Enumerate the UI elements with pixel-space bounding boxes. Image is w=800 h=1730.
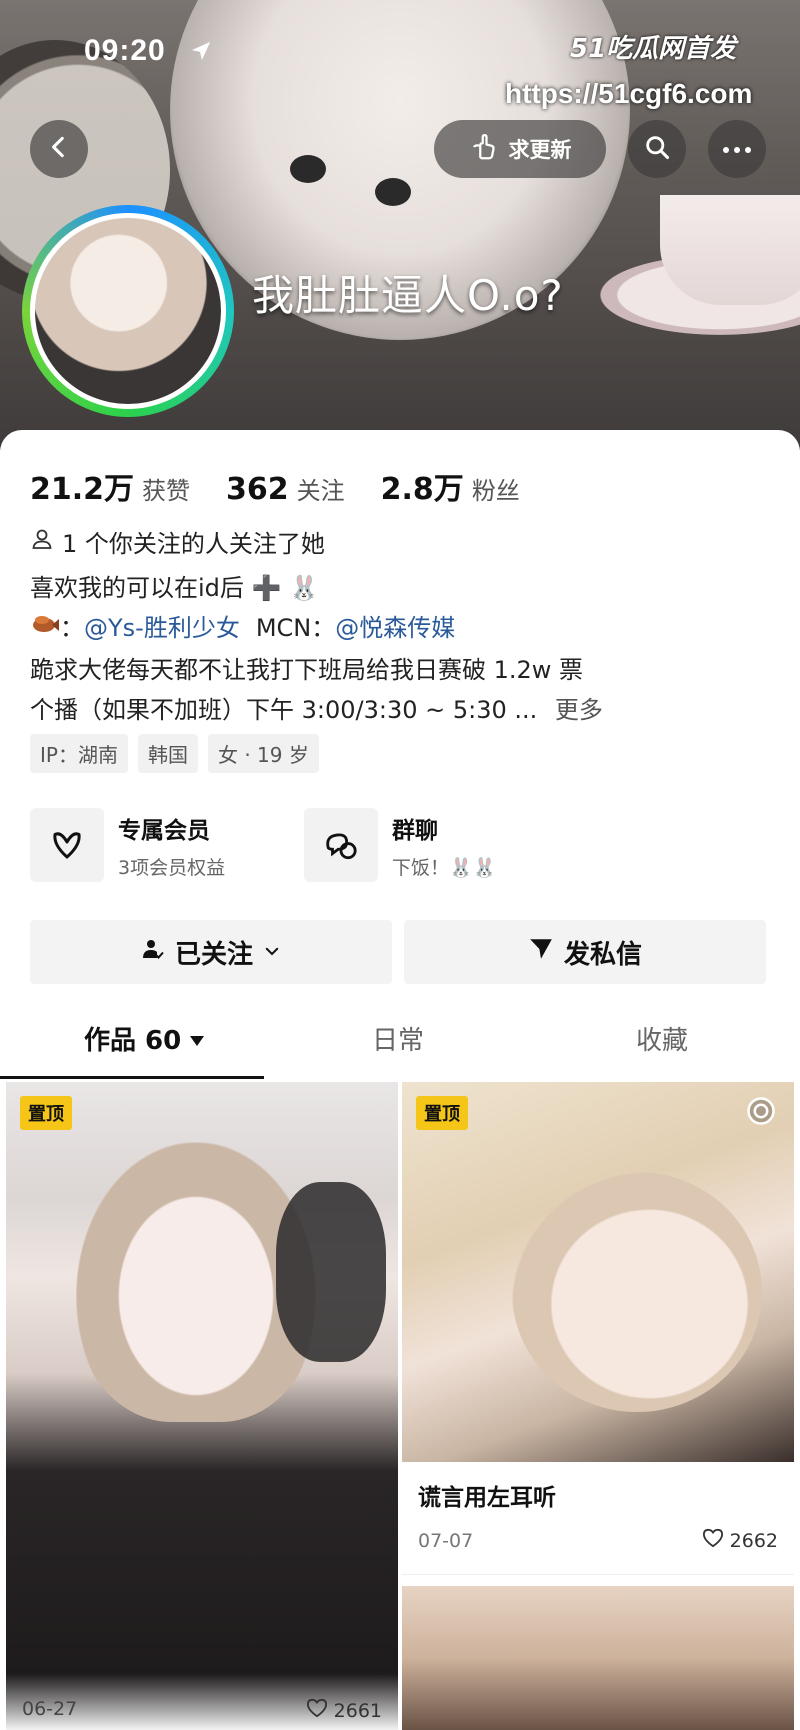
post-card[interactable] — [402, 1586, 794, 1730]
mutual-followers[interactable]: 1 个你关注的人关注了她 — [30, 524, 325, 559]
post-thumbnail — [402, 1586, 794, 1730]
profile-stats: 21.2万 获赞 362 关注 2.8万 粉丝 — [30, 464, 556, 508]
profile-nickname: 我肚肚逼人O.o? — [252, 271, 564, 320]
post-likes-count: 2662 — [729, 1529, 778, 1552]
heart-icon — [702, 1528, 724, 1553]
search-icon — [643, 133, 671, 165]
bio-line-2-prefix: ： — [60, 614, 84, 642]
likes-label: 获赞 — [142, 477, 191, 505]
likes-count: 21.2万 — [30, 472, 135, 507]
bio-link-group[interactable]: @Ys-胜利少女 — [84, 608, 240, 643]
watermark-url: https://51cgf6.com — [505, 78, 753, 109]
chat-bubbles-icon — [304, 808, 378, 882]
request-update-label: 求更新 — [508, 138, 572, 162]
membership-entry[interactable]: 专属会员 3项会员权益 — [30, 808, 225, 882]
watermark-brand: 51吃瓜网首发 — [570, 34, 737, 64]
bio-line-4-text: 个播（如果不加班）下午 3:00/3:30 ~ 5:30 ... — [30, 696, 538, 724]
pointing-hand-icon — [469, 132, 499, 167]
bio-line-3: 跪求大佬每天都不让我打下班局给我日赛破 1.2w 票 — [30, 656, 584, 684]
back-button[interactable] — [30, 120, 88, 178]
kitten-eye — [290, 155, 326, 183]
post-card[interactable]: 置顶 谎言用左耳听 07-07 2662 — [402, 1082, 794, 1575]
heart-icon — [306, 1698, 328, 1723]
following-label[interactable]: 关注 — [297, 471, 345, 506]
post-date: 06-27 — [22, 1698, 78, 1720]
bio-line-4: 个播（如果不加班）下午 3:00/3:30 ~ 5:30 ... 更多 — [30, 690, 603, 725]
mcn-label: MCN： — [255, 614, 336, 642]
live-photo-icon — [746, 1096, 776, 1130]
person-icon — [30, 527, 54, 557]
header-background-cup — [660, 195, 800, 305]
following-count[interactable]: 362 — [226, 472, 289, 507]
location-arrow-icon — [190, 40, 212, 66]
more-button[interactable] — [708, 120, 766, 178]
request-update-button[interactable]: 求更新 — [434, 120, 606, 178]
person-check-icon — [141, 937, 165, 968]
post-likes: 2661 — [306, 1698, 382, 1723]
followers-label[interactable]: 粉丝 — [472, 471, 520, 506]
following-button[interactable]: 已关注 — [30, 920, 392, 984]
pinned-badge: 置顶 — [416, 1096, 468, 1130]
post-thumbnail — [6, 1082, 398, 1730]
caret-down-icon — [189, 1024, 205, 1054]
tag-ip: IP：湖南 — [30, 734, 128, 773]
tab-daily[interactable]: 日常 — [372, 1020, 424, 1057]
profile-header: 09:20 51吃瓜网首发 https://51cgf6.com 求更新 我肚肚… — [0, 0, 800, 450]
mutual-followers-text: 1 个你关注的人关注了她 — [62, 530, 325, 558]
status-time: 09:20 — [84, 34, 166, 67]
tab-works[interactable]: 作品 60 — [84, 1020, 205, 1057]
group-chat-entry[interactable]: 群聊 下饭！🐰🐰 — [304, 808, 496, 882]
active-tab-indicator — [0, 1076, 264, 1079]
group-chat-subtitle: 下饭！🐰🐰 — [392, 856, 497, 879]
bio-line-1: 喜欢我的可以在id后 ➕ 🐰 — [30, 574, 319, 602]
pinned-badge: 置顶 — [20, 1096, 72, 1130]
bio-line-2: ： @Ys-胜利少女 MCN： @悦森传媒 — [30, 608, 455, 643]
following-label: 已关注 — [174, 939, 253, 970]
post-title: 谎言用左耳听 — [418, 1485, 556, 1511]
send-message-button[interactable]: 发私信 — [404, 920, 766, 984]
post-date: 07-07 — [418, 1530, 474, 1552]
avatar[interactable] — [22, 205, 234, 417]
bio-link-mcn[interactable]: @悦森传媒 — [335, 608, 455, 643]
post-card[interactable]: 置顶 06-27 2661 — [6, 1082, 398, 1730]
profile-card: 21.2万 获赞 362 关注 2.8万 粉丝 1 个你关注的人关注了她 喜欢我… — [0, 430, 800, 1730]
post-wing — [276, 1182, 386, 1362]
post-subject — [512, 1172, 762, 1412]
search-button[interactable] — [628, 120, 686, 178]
chevron-left-icon — [46, 134, 72, 164]
tab-works-label: 作品 60 — [84, 1026, 182, 1056]
tag-location: 韩国 — [137, 734, 198, 773]
kitten-eye — [375, 178, 411, 206]
tab-favorites[interactable]: 收藏 — [636, 1020, 688, 1057]
more-dots-icon — [722, 140, 752, 159]
chevron-down-icon — [263, 937, 281, 967]
send-message-label: 发私信 — [563, 939, 642, 970]
membership-subtitle: 3项会员权益 — [118, 856, 226, 879]
avatar-image — [35, 218, 221, 404]
fish-icon — [30, 611, 60, 641]
group-chat-title: 群聊 — [392, 817, 438, 844]
post-thumbnail — [402, 1082, 794, 1462]
post-likes-count: 2661 — [333, 1699, 382, 1722]
post-likes: 2662 — [702, 1528, 778, 1553]
profile-tags: IP：湖南 韩国 女 · 19 岁 — [30, 734, 319, 773]
paper-plane-icon — [528, 936, 554, 969]
heart-v-icon — [30, 808, 104, 882]
followers-count[interactable]: 2.8万 — [381, 464, 464, 508]
bio-more-link[interactable]: 更多 — [555, 696, 603, 724]
avatar-image-frame — [30, 213, 226, 409]
membership-title: 专属会员 — [118, 817, 210, 844]
tag-gender-age: 女 · 19 岁 — [207, 734, 319, 773]
